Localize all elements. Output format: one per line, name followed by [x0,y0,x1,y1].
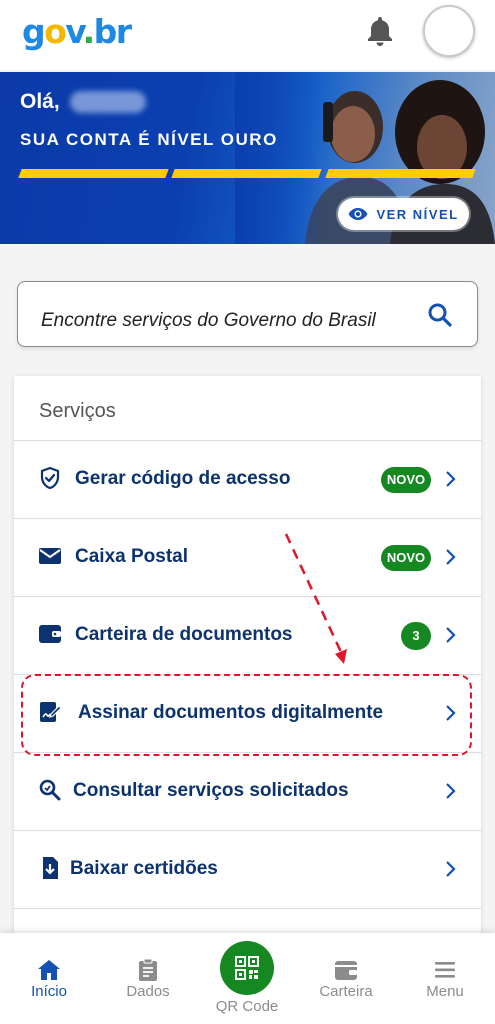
level-progress-bars [18,169,476,178]
nav-wallet[interactable]: Carteira [301,933,391,1024]
avatar[interactable] [423,5,475,57]
nav-label: QR Code [215,998,279,1015]
level-bar [18,169,169,178]
level-bar [171,169,323,178]
eye-icon [348,208,368,220]
see-level-button[interactable]: VER NÍVEL [338,198,469,230]
download-file-icon [43,857,58,879]
hamburger-icon [435,962,455,978]
search-document-icon [39,779,61,801]
chevron-right-icon [446,549,456,565]
service-item-label: Carteira de documentos [75,624,293,645]
search-placeholder: Encontre serviços do Governo do Brasil [41,310,376,331]
clipboard-icon [139,959,157,981]
new-badge: NOVO [381,545,431,571]
home-icon [38,960,60,980]
greeting-text: Olá, [20,90,60,113]
service-item-requested-services[interactable]: Consultar serviços solicitados [14,752,481,830]
chevron-right-icon [446,861,456,877]
account-level-prefix: SUA CONTA É NÍVEL [20,130,221,149]
highlight-box [21,674,472,756]
shield-check-icon [40,466,60,490]
see-level-label: VER NÍVEL [376,206,459,222]
service-item-label: Gerar código de acesso [75,468,291,489]
envelope-icon [39,548,61,564]
service-item-access-code[interactable]: Gerar código de acesso NOVO [14,440,481,518]
service-item-label: Baixar certidões [70,858,218,879]
service-item-label: Consultar serviços solicitados [73,780,349,801]
user-name-blurred [70,91,146,113]
wallet-icon [39,625,61,643]
bottom-navigation: Início Dados QR Code Carteira Menu [0,933,495,1024]
bell-icon[interactable] [366,15,394,47]
nav-home[interactable]: Início [4,933,94,1024]
account-level-value: OURO [220,130,278,149]
chevron-right-icon [446,783,456,799]
service-search-field[interactable]: Encontre serviços do Governo do Brasil [17,281,478,347]
services-title: Serviços [39,400,116,422]
account-level-text: SUA CONTA É NÍVEL OURO [20,130,278,150]
service-item-document-wallet[interactable]: Carteira de documentos 3 [14,596,481,674]
service-item-certificates[interactable]: Baixar certidões [14,830,481,908]
qr-code-icon [235,956,259,980]
service-item-label: Caixa Postal [75,546,188,567]
nav-label: Dados [126,983,170,1000]
chevron-right-icon [446,627,456,643]
nav-label: Carteira [319,983,373,1000]
nav-label: Início [31,983,67,1000]
chevron-right-icon [446,471,456,487]
app-header: gov.br [0,0,495,70]
search-icon[interactable] [427,302,453,328]
level-bar [325,169,476,178]
nav-label: Menu [426,983,464,1000]
nav-menu[interactable]: Menu [400,933,490,1024]
govbr-logo[interactable]: gov.br [22,12,132,52]
nav-qr-code-button[interactable] [220,941,274,995]
count-badge: 3 [401,622,431,650]
service-item-mailbox[interactable]: Caixa Postal NOVO [14,518,481,596]
new-badge: NOVO [381,467,431,493]
wallet-icon [335,961,357,980]
nav-data[interactable]: Dados [103,933,193,1024]
